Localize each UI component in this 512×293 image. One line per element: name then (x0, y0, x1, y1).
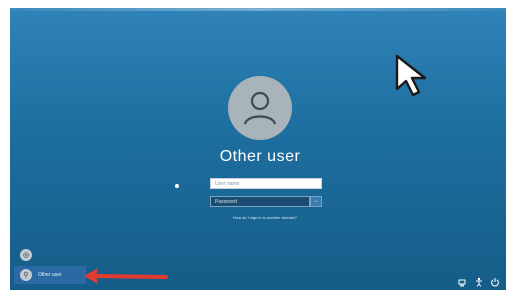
lock-screen: Other user User name Password → How do I… (10, 8, 506, 290)
focus-dot (175, 184, 179, 188)
selected-user-name: Other user (219, 148, 301, 165)
power-icon[interactable] (490, 274, 500, 287)
ease-of-access-icon[interactable] (474, 274, 484, 287)
system-tray (458, 274, 500, 287)
annotation-arrow (84, 268, 168, 284)
submit-button[interactable]: → (310, 196, 322, 207)
user-avatar-small: ⚲ (20, 269, 32, 281)
user-avatar (228, 76, 292, 140)
password-input[interactable]: Password (210, 196, 310, 207)
pointer-cursor-icon (395, 54, 427, 97)
user-list-item-1[interactable]: ◎ (14, 246, 100, 264)
network-icon[interactable] (458, 274, 468, 287)
top-edge (10, 8, 506, 11)
user-list-item-other-user[interactable]: ⚲ Other user (14, 266, 86, 284)
username-input[interactable]: User name (210, 178, 322, 189)
signin-help-link[interactable]: How do I sign in to another domain? (200, 215, 330, 220)
person-outline-icon (243, 91, 277, 125)
user-avatar-small: ◎ (20, 249, 32, 261)
user-list-label: Other user (38, 272, 62, 278)
